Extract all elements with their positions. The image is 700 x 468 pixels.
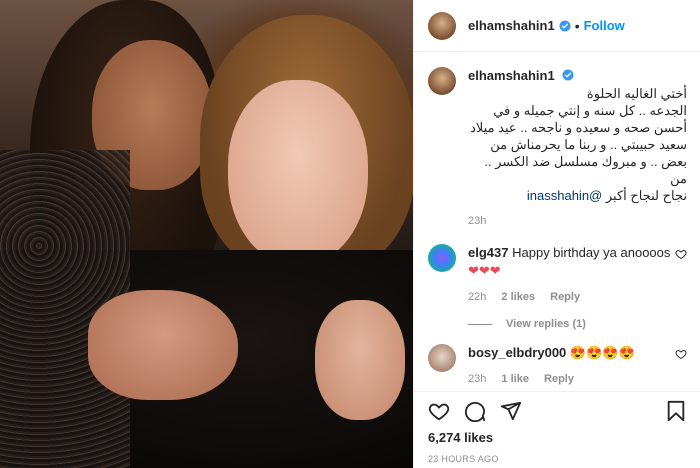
comment-item: elg437 Happy birthday ya anoooos ❤❤❤ 22h… — [428, 230, 687, 306]
post-photo[interactable] — [0, 0, 413, 468]
reply-button[interactable]: Reply — [544, 373, 574, 385]
separator-dot: • — [574, 17, 580, 34]
author-avatar[interactable] — [428, 11, 456, 40]
commenter-avatar[interactable] — [428, 344, 456, 372]
comment-time[interactable]: 22h — [468, 291, 486, 303]
comment-like-icon[interactable] — [675, 348, 687, 360]
author-username[interactable]: elhamshahin1 — [468, 18, 555, 33]
comment-text: 😍😍😍😍 — [569, 345, 635, 360]
comment-text: Happy birthday ya anoooos — [512, 245, 671, 260]
view-replies-button[interactable]: View replies (1) — [468, 318, 687, 330]
commenter-avatar[interactable] — [428, 244, 456, 272]
replies-line — [468, 323, 492, 325]
caption-line: أحسن صحه و سعيده و ناجحه .. عيد ميلاد — [470, 120, 687, 135]
comment-item: bosy_elbdry000 😍😍😍😍 23h 1 like Reply — [428, 330, 687, 388]
caption: elhamshahin1 أختي الغاليه الحلوة الجدعه … — [428, 53, 687, 230]
caption-line: نجاح لنجاح أكبر — [605, 188, 687, 203]
post-actions: 6,274 likes 23 HOURS AGO — [414, 391, 700, 468]
follow-button[interactable]: Follow — [584, 18, 625, 33]
caption-line: أختي الغاليه الحلوة — [586, 86, 687, 101]
post-side-panel: elhamshahin1 • Follow elhamshahin1 أختي … — [413, 0, 700, 468]
comment-icon[interactable] — [464, 400, 486, 422]
instagram-post: elhamshahin1 • Follow elhamshahin1 أختي … — [0, 0, 700, 468]
post-timestamp[interactable]: 23 HOURS AGO — [428, 454, 687, 464]
heart-icon[interactable] — [428, 400, 450, 422]
verified-badge-icon — [559, 20, 571, 31]
comment-like-icon[interactable] — [675, 248, 687, 260]
comment-likes[interactable]: 2 likes — [501, 291, 535, 303]
caption-line: الجدعه .. كل سنه و إنتي جميله و في — [493, 103, 687, 118]
comment-username[interactable]: bosy_elbdry000 — [468, 345, 566, 360]
caption-line: سعيد حبيبتي .. و ربنا ما يحرمناش من — [490, 137, 687, 152]
caption-text: أختي الغاليه الحلوة الجدعه .. كل سنه و إ… — [468, 85, 687, 204]
view-replies-label: View replies (1) — [506, 318, 586, 330]
mention-link[interactable]: @inasshahin — [527, 188, 602, 203]
photo-region — [228, 80, 368, 265]
bookmark-icon[interactable] — [665, 400, 687, 422]
caption-time[interactable]: 23h — [468, 215, 486, 227]
comment-likes[interactable]: 1 like — [501, 373, 529, 385]
paper-plane-icon[interactable] — [500, 400, 522, 422]
post-header: elhamshahin1 • Follow — [414, 0, 700, 52]
photo-region — [315, 300, 405, 420]
caption-line: بعض .. و مبروك مسلسل ضد الكسر .. من — [484, 154, 687, 186]
comment-emoji: ❤❤❤ — [468, 263, 501, 278]
comment-time[interactable]: 23h — [468, 373, 486, 385]
photo-region — [88, 290, 238, 400]
caption-username[interactable]: elhamshahin1 — [468, 68, 555, 83]
comments-list[interactable]: elhamshahin1 أختي الغاليه الحلوة الجدعه … — [414, 53, 700, 391]
verified-badge-icon — [562, 69, 574, 81]
comment-username[interactable]: elg437 — [468, 245, 508, 260]
likes-count[interactable]: 6,274 likes — [428, 430, 687, 445]
author-avatar[interactable] — [428, 67, 456, 95]
reply-button[interactable]: Reply — [550, 291, 580, 303]
